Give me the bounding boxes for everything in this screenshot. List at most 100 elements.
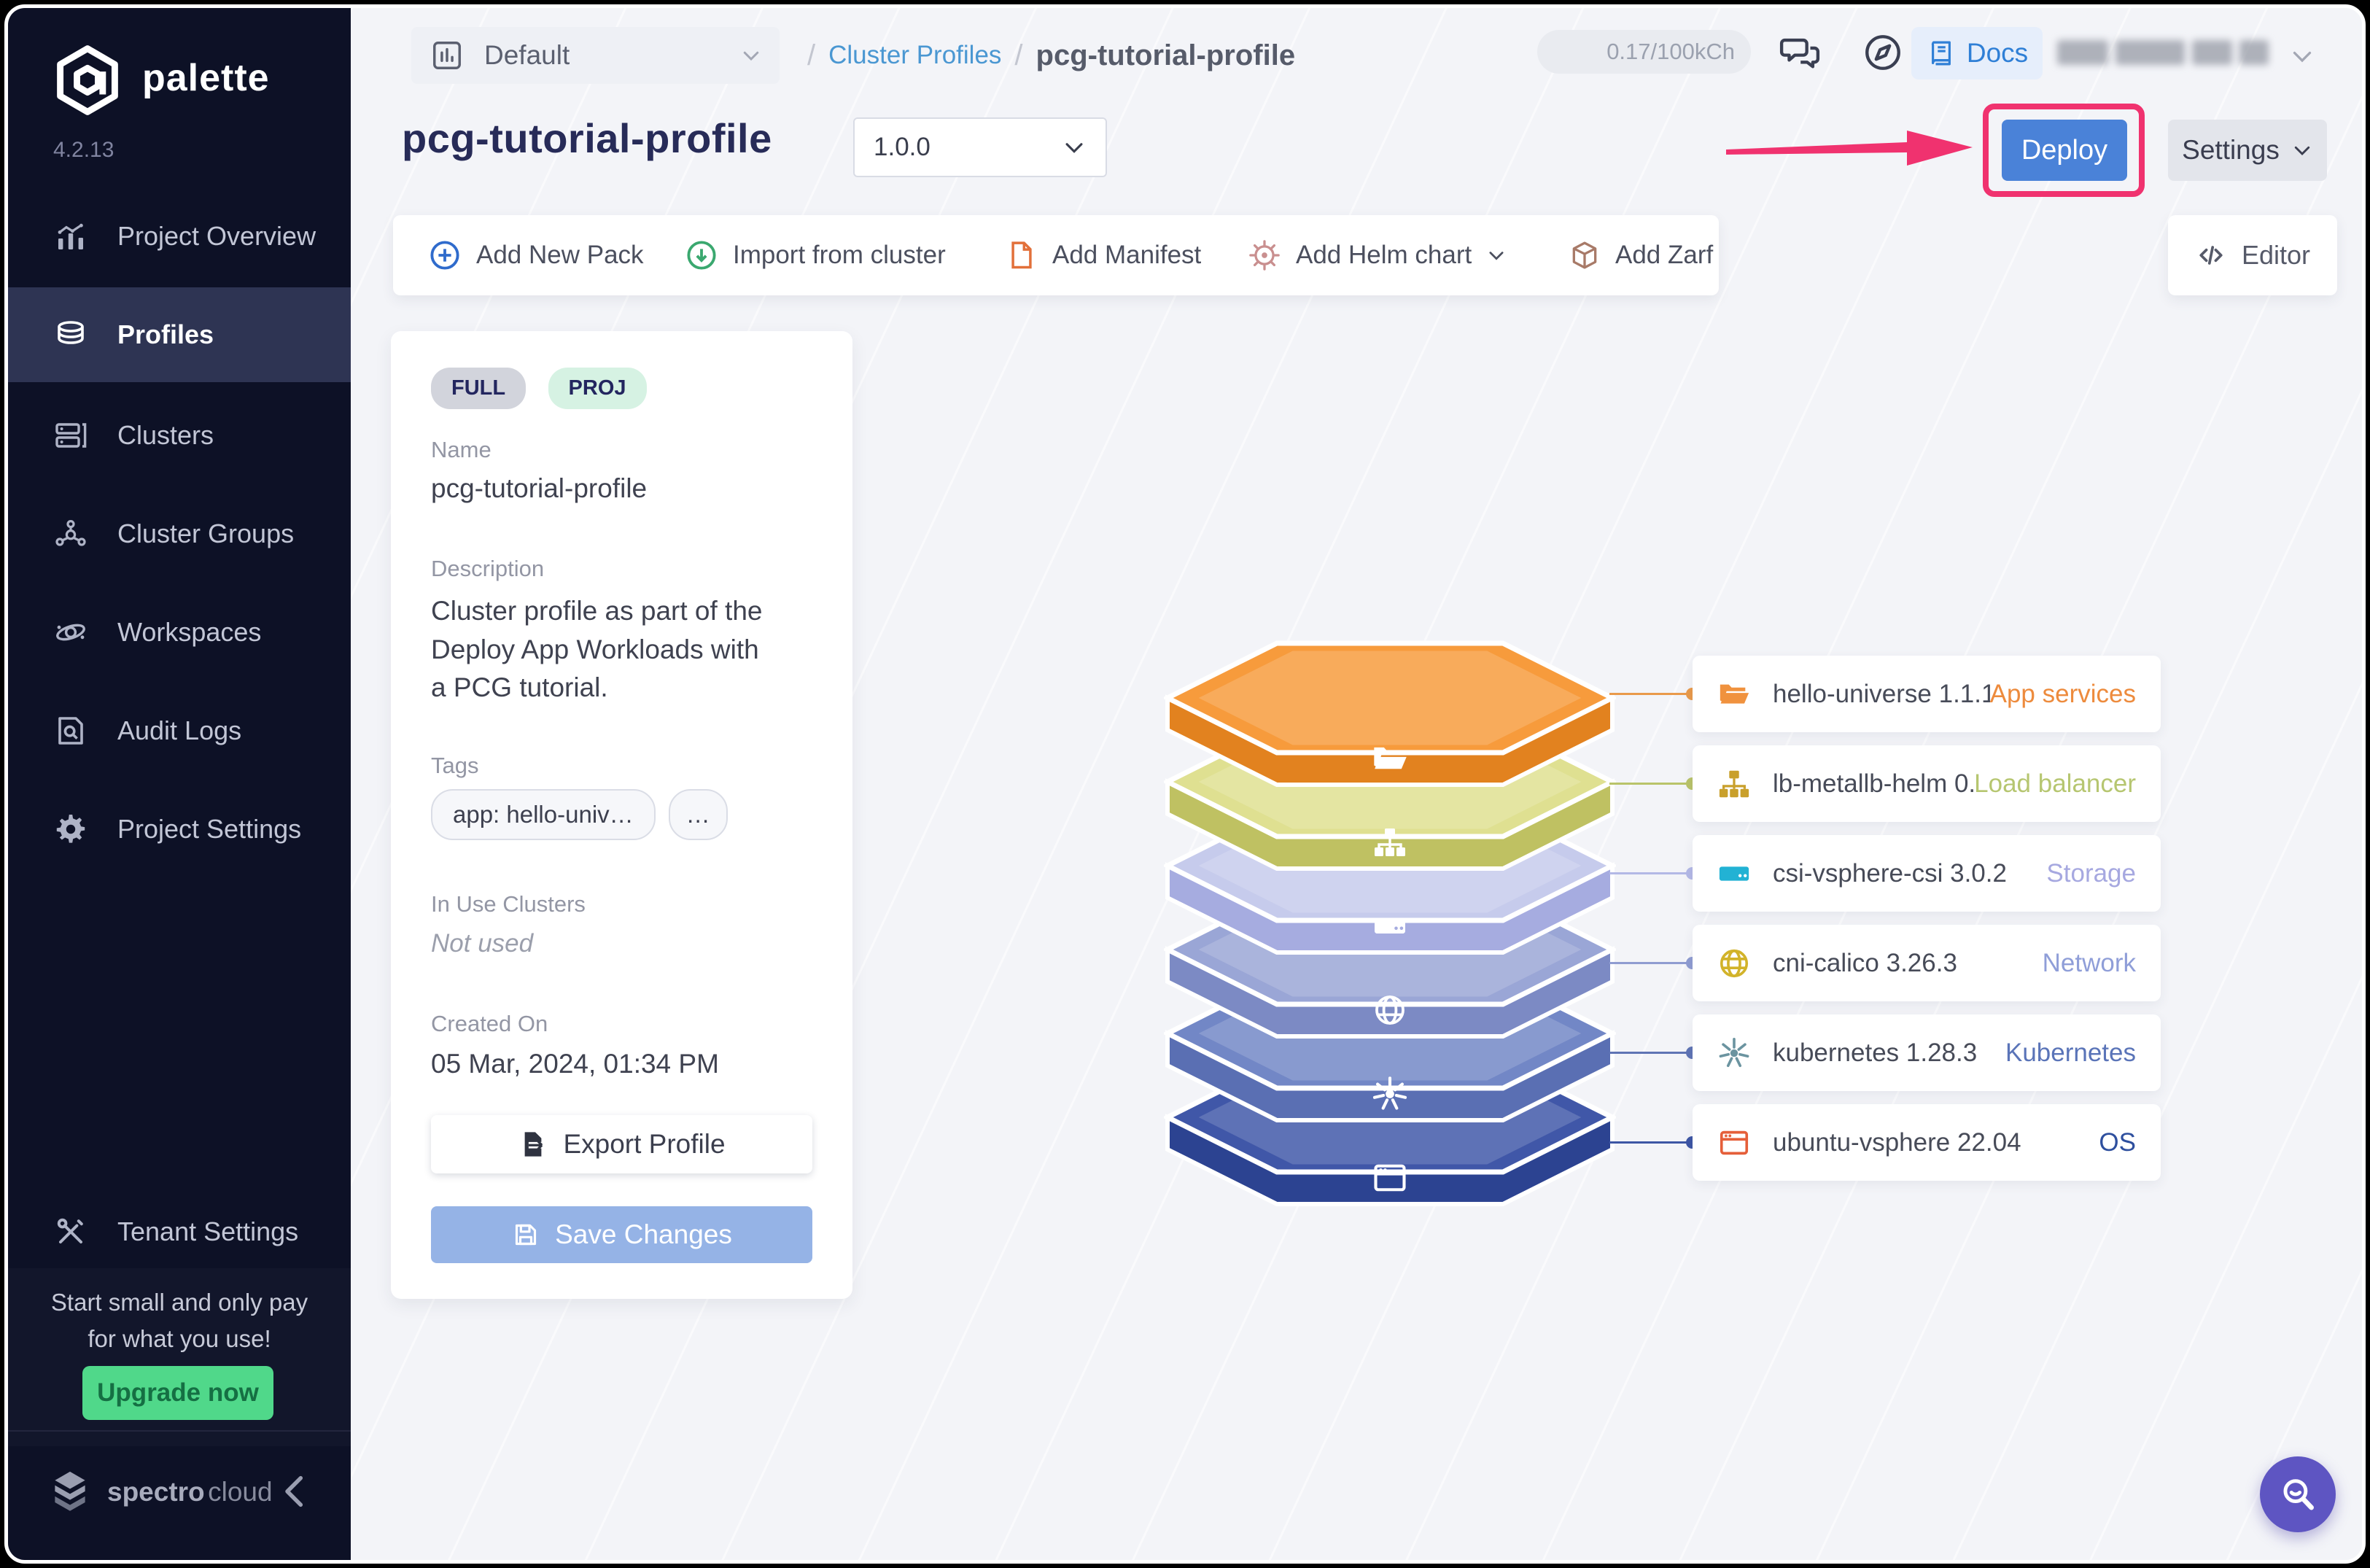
hex-layer-app-services[interactable] xyxy=(1167,643,1612,785)
chevron-down-icon xyxy=(740,44,762,66)
connector-app-services xyxy=(1609,693,1694,695)
description-value: Cluster profile as part of the Deploy Ap… xyxy=(431,592,766,707)
plus-circle-icon xyxy=(428,238,462,272)
docs-button[interactable]: Docs xyxy=(1911,27,2043,79)
chevron-down-icon xyxy=(1062,135,1087,160)
connector-storage xyxy=(1609,872,1694,874)
sidebar: palette 4.2.13 Project Overview Profiles… xyxy=(8,8,351,1560)
spectro-cloud-wordmark: spectro cloud xyxy=(107,1477,273,1507)
code-icon xyxy=(2195,239,2227,271)
editor-toggle-button[interactable]: Editor xyxy=(2168,215,2337,295)
page-title: pcg-tutorial-profile xyxy=(402,115,772,162)
project-settings-gear-icon xyxy=(53,812,88,847)
profile-layer-stack xyxy=(1164,640,1616,1252)
project-scope-icon xyxy=(430,39,464,72)
app-window: palette 4.2.13 Project Overview Profiles… xyxy=(4,4,2366,1564)
annotation-arrow xyxy=(1723,123,1978,174)
sidebar-item-project-settings[interactable]: Project Settings xyxy=(8,780,351,878)
sidebar-collapse-chevron-icon[interactable] xyxy=(279,1470,311,1513)
import-down-circle-icon xyxy=(685,238,718,272)
user-menu-redacted[interactable] xyxy=(2057,40,2269,65)
cluster-groups-icon xyxy=(53,516,88,551)
layer-card-storage[interactable]: csi-vsphere-csi 3.0.2 Storage xyxy=(1693,835,2161,912)
globe-icon xyxy=(1717,947,1751,980)
breadcrumb: / Cluster Profiles / pcg-tutorial-profil… xyxy=(794,27,1295,84)
zarf-package-icon xyxy=(1569,239,1601,271)
workspaces-icon xyxy=(53,615,88,650)
storage-drive-icon xyxy=(1717,857,1751,890)
sitemap-icon xyxy=(1717,767,1751,801)
connector-kubernetes xyxy=(1609,1052,1694,1054)
manifest-file-icon xyxy=(1006,239,1038,271)
created-on-label: Created On xyxy=(431,1011,548,1037)
palette-logo-icon xyxy=(50,41,125,120)
connector-network xyxy=(1609,962,1694,964)
tag-overflow-pill[interactable]: … xyxy=(669,789,728,840)
sidebar-item-clusters[interactable]: Clusters xyxy=(8,386,351,484)
floppy-save-icon xyxy=(511,1220,540,1249)
tags-label: Tags xyxy=(431,753,478,779)
docs-label: Docs xyxy=(1967,38,2028,69)
user-menu-chevron-down-icon[interactable] xyxy=(2289,43,2315,69)
settings-button[interactable]: Settings xyxy=(2168,120,2327,181)
os-window-icon xyxy=(1717,1126,1751,1160)
project-scope-value: Default xyxy=(484,40,740,71)
brand-name: palette xyxy=(142,56,270,100)
scope-badge-full: FULL xyxy=(431,368,526,409)
add-manifest-button[interactable]: Add Manifest xyxy=(1006,215,1201,295)
sidebar-item-cluster-groups[interactable]: Cluster Groups xyxy=(8,484,351,583)
connector-os xyxy=(1609,1141,1694,1144)
layer-card-kubernetes[interactable]: kubernetes 1.28.3 Kubernetes xyxy=(1693,1014,2161,1091)
breadcrumb-link-cluster-profiles[interactable]: Cluster Profiles xyxy=(828,41,1001,70)
upgrade-now-button[interactable]: Upgrade now xyxy=(82,1366,273,1420)
export-profile-button[interactable]: Export Profile xyxy=(431,1115,812,1173)
chat-feedback-icon[interactable] xyxy=(1779,31,1821,74)
profile-version-select[interactable]: 1.0.0 xyxy=(853,117,1107,177)
kubernetes-wheel-icon xyxy=(1717,1036,1751,1070)
profiles-icon xyxy=(53,317,88,352)
app-version: 4.2.13 xyxy=(53,138,114,163)
tag-pill[interactable]: app: hello-univ… xyxy=(431,789,656,840)
sidebar-item-workspaces[interactable]: Workspaces xyxy=(8,583,351,681)
sidebar-item-project-overview[interactable]: Project Overview xyxy=(8,187,351,285)
description-label: Description xyxy=(431,556,544,582)
folder-open-icon xyxy=(1717,678,1751,711)
sidebar-item-profiles[interactable]: Profiles xyxy=(8,287,351,382)
name-label: Name xyxy=(431,437,492,463)
add-new-pack-button[interactable]: Add New Pack xyxy=(428,215,644,295)
in-use-clusters-value: Not used xyxy=(431,929,533,958)
layer-card-load-balancer[interactable]: lb-metallb-helm 0.1… Load balancer xyxy=(1693,745,2161,822)
chevron-down-icon xyxy=(2291,139,2313,161)
in-use-clusters-label: In Use Clusters xyxy=(431,891,586,917)
tenant-settings-tools-icon xyxy=(53,1214,88,1249)
layer-card-app-services[interactable]: hello-universe 1.1.1 App services xyxy=(1693,656,2161,732)
upgrade-promo: Start small and only pay for what you us… xyxy=(8,1268,351,1446)
promo-text-line1: Start small and only pay xyxy=(8,1289,351,1316)
spectro-cloud-logo-icon xyxy=(46,1467,94,1515)
save-changes-button[interactable]: Save Changes xyxy=(431,1206,812,1263)
helm-wheel-icon xyxy=(1248,238,1281,272)
docs-book-icon xyxy=(1926,38,1957,69)
layer-card-os[interactable]: ubuntu-vsphere 22.04 OS xyxy=(1693,1104,2161,1181)
sidebar-footer: spectro cloud xyxy=(8,1430,351,1560)
created-on-value: 05 Mar, 2024, 01:34 PM xyxy=(431,1049,719,1079)
add-zarf-button[interactable]: Add Zarf xyxy=(1569,215,1713,295)
chevron-down-icon xyxy=(1486,245,1507,265)
clusters-icon xyxy=(53,418,88,453)
search-fab-button[interactable] xyxy=(2260,1456,2336,1532)
deploy-button[interactable]: Deploy xyxy=(2002,120,2127,181)
breadcrumb-current: pcg-tutorial-profile xyxy=(1036,39,1296,72)
sidebar-item-tenant-settings[interactable]: Tenant Settings xyxy=(8,1182,351,1281)
compass-explore-icon[interactable] xyxy=(1862,31,1904,74)
import-from-cluster-button[interactable]: Import from cluster xyxy=(685,215,946,295)
sidebar-item-audit-logs[interactable]: Audit Logs xyxy=(8,681,351,780)
add-helm-chart-button[interactable]: Add Helm chart xyxy=(1248,215,1507,295)
pack-toolbar: Add New Pack Import from cluster Add Man… xyxy=(393,215,1719,295)
promo-text-line2: for what you use! xyxy=(8,1325,351,1353)
profile-detail-card: FULL PROJ Name pcg-tutorial-profile Desc… xyxy=(391,331,852,1299)
storage-drive-icon xyxy=(1375,919,1405,934)
layer-card-network[interactable]: cni-calico 3.26.3 Network xyxy=(1693,925,2161,1001)
project-scope-selector[interactable]: Default xyxy=(411,27,780,84)
file-export-icon xyxy=(518,1129,548,1160)
usage-credits-pill: 0.17/100kCh xyxy=(1537,30,1751,74)
